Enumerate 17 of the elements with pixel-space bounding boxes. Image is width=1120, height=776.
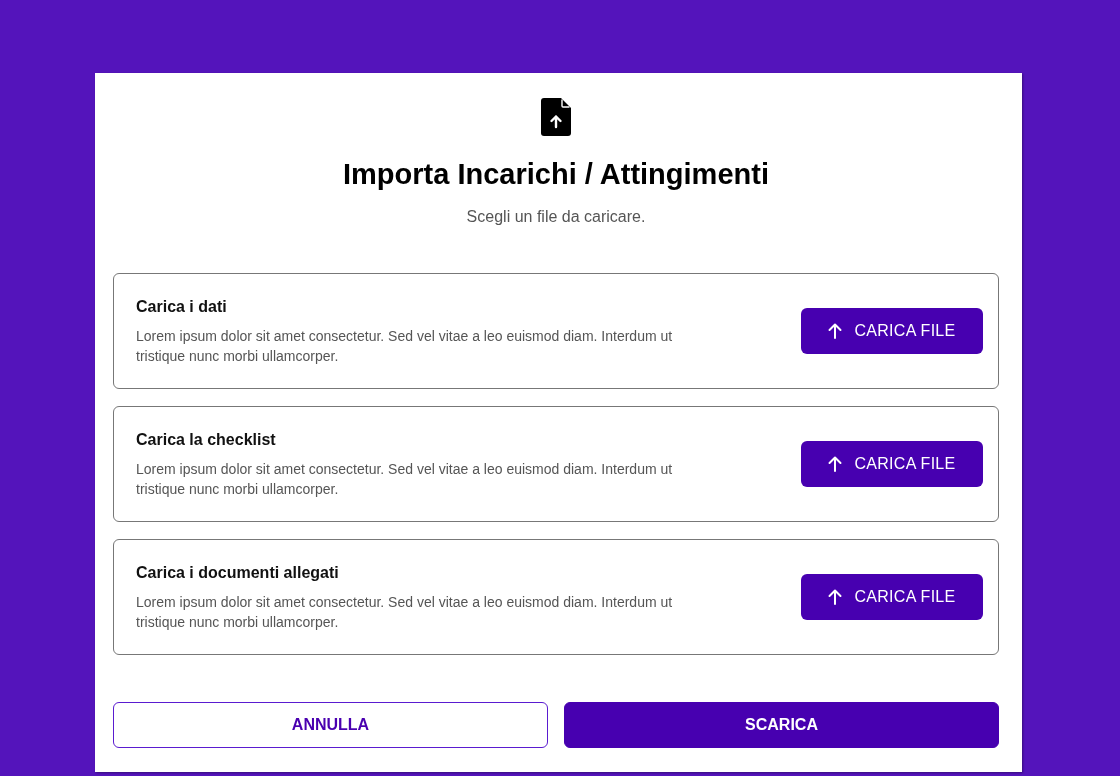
card-description: Lorem ipsum dolor sit amet consectetur. Sed vel vitae a leo euismod diam. Interdum ut tristique nunc morbi ullamcorper. xyxy=(136,460,674,499)
card-title: Carica la checklist xyxy=(136,430,277,450)
arrow-up-icon xyxy=(828,456,843,472)
dialog-subtitle: Scegli un file da caricare. xyxy=(466,207,646,227)
card-title: Carica i documenti allegati xyxy=(136,563,340,583)
upload-file-button[interactable]: CARICA FILE xyxy=(801,308,983,354)
file-upload-icon xyxy=(541,98,571,136)
upload-file-button[interactable]: CARICA FILE xyxy=(801,574,983,620)
arrow-up-icon xyxy=(828,323,843,339)
card-title: Carica i dati xyxy=(136,297,228,317)
upload-file-button[interactable]: CARICA FILE xyxy=(801,441,983,487)
card-description: Lorem ipsum dolor sit amet consectetur. Sed vel vitae a leo euismod diam. Interdum ut tristique nunc morbi ullamcorper. xyxy=(136,593,674,632)
dialog-title: Importa Incarichi / Attingimenti xyxy=(343,158,769,190)
download-button[interactable]: SCARICA xyxy=(564,702,999,748)
arrow-up-icon xyxy=(828,589,843,605)
cancel-button[interactable]: ANNULLA xyxy=(113,702,548,748)
card-description: Lorem ipsum dolor sit amet consectetur. Sed vel vitae a leo euismod diam. Interdum ut tristique nunc morbi ullamcorper. xyxy=(136,327,674,366)
